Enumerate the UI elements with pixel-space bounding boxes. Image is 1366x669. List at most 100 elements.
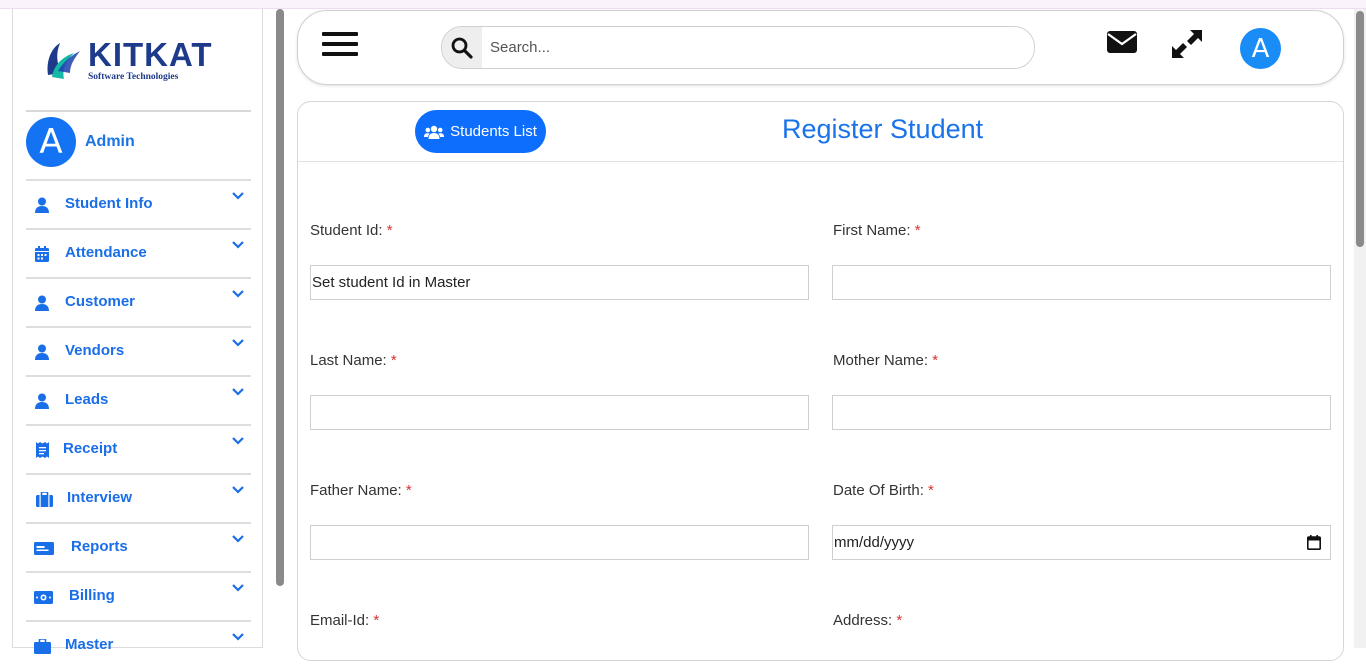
- sidebar-item-reports[interactable]: Reports: [26, 522, 251, 571]
- hamburger-menu-icon[interactable]: [322, 32, 358, 58]
- date-of-birth-field[interactable]: mm/dd/yyyy: [832, 525, 1331, 560]
- user-profile[interactable]: A Admin: [26, 117, 135, 167]
- chevron-down-icon[interactable]: [231, 238, 245, 252]
- address-label: Address: *: [833, 612, 902, 629]
- brand-logo[interactable]: KITKAT Software Technologies: [26, 9, 251, 109]
- label-text: Student Id:: [310, 222, 383, 239]
- label-text: Date Of Birth:: [833, 482, 924, 499]
- sidebar-item-label: Leads: [65, 391, 109, 408]
- students-list-label: Students List: [450, 123, 537, 140]
- sidebar: KITKAT Software Technologies A Admin Stu…: [12, 9, 263, 654]
- avatar[interactable]: A: [1240, 28, 1281, 69]
- sidebar-menu: Student Info Attendance Customer Vendors…: [26, 179, 251, 669]
- chevron-down-icon[interactable]: [231, 385, 245, 399]
- search-bar: [441, 26, 1035, 69]
- dob-label: Date Of Birth: *: [833, 482, 934, 499]
- sidebar-item-label: Interview: [67, 489, 133, 506]
- card-header: Students List Register Student: [298, 102, 1343, 162]
- required-mark: *: [405, 482, 412, 499]
- sidebar-scrollbar[interactable]: [275, 9, 285, 648]
- sidebar-item-customer[interactable]: Customer: [26, 277, 251, 326]
- mail-icon[interactable]: [1107, 31, 1137, 53]
- sidebar-item-label: Reports: [71, 538, 128, 555]
- label-text: Mother Name:: [833, 352, 929, 369]
- required-mark: *: [928, 482, 934, 499]
- first-name-label: First Name: *: [833, 222, 921, 239]
- student-id-label: Student Id: *: [310, 222, 393, 239]
- mother-name-label: Mother Name: *: [833, 352, 938, 369]
- sidebar-item-attendance[interactable]: Attendance: [26, 228, 251, 277]
- sidebar-item-label: Master: [65, 636, 114, 653]
- chevron-down-icon[interactable]: [231, 189, 245, 203]
- required-mark: *: [896, 612, 903, 629]
- search-icon[interactable]: [442, 27, 482, 68]
- scrollbar-thumb[interactable]: [1356, 11, 1364, 247]
- kitkat-logo-icon: KITKAT Software Technologies: [47, 36, 213, 82]
- chevron-down-icon[interactable]: [231, 336, 245, 350]
- chevron-down-icon[interactable]: [231, 581, 245, 595]
- avatar: A: [26, 117, 76, 167]
- chevron-down-icon[interactable]: [231, 287, 245, 301]
- required-mark: *: [373, 612, 380, 629]
- user-icon: [32, 391, 52, 411]
- father-name-label: Father Name: *: [310, 482, 412, 499]
- sidebar-item-receipt[interactable]: Receipt: [26, 424, 251, 473]
- sidebar-item-interview[interactable]: Interview: [26, 473, 251, 522]
- receipt-icon: [32, 440, 52, 460]
- required-mark: *: [386, 222, 393, 239]
- sidebar-item-leads[interactable]: Leads: [26, 375, 251, 424]
- required-mark: *: [914, 222, 921, 239]
- top-header: A: [297, 10, 1344, 85]
- page-title: Register Student: [782, 114, 984, 144]
- user-icon: [32, 342, 52, 362]
- label-text: First Name:: [833, 222, 911, 239]
- top-border: [0, 0, 1366, 9]
- money-icon: [33, 587, 53, 607]
- sidebar-item-label: Student Info: [65, 195, 153, 212]
- register-student-card: Students List Register Student Student I…: [297, 101, 1344, 661]
- calendar-icon[interactable]: [1307, 535, 1321, 550]
- mother-name-field[interactable]: [832, 395, 1331, 430]
- user-name: Admin: [85, 133, 135, 150]
- sidebar-item-label: Customer: [65, 293, 136, 310]
- calendar-icon: [32, 244, 52, 264]
- sidebar-item-label: Attendance: [65, 244, 147, 261]
- briefcase-icon: [32, 636, 52, 656]
- student-id-field[interactable]: Set student Id in Master: [310, 265, 809, 300]
- brand-name: KITKAT: [88, 36, 213, 73]
- email-label: Email-Id: *: [310, 612, 379, 629]
- sidebar-item-student-info[interactable]: Student Info: [26, 179, 251, 228]
- required-mark: *: [932, 352, 939, 369]
- sidebar-item-label: Vendors: [65, 342, 125, 359]
- sidebar-item-label: Receipt: [63, 440, 118, 457]
- label-text: Father Name:: [310, 482, 402, 499]
- chevron-down-icon[interactable]: [231, 483, 245, 497]
- last-name-field[interactable]: [310, 395, 809, 430]
- brand-tagline: Software Technologies: [88, 72, 179, 82]
- sidebar-item-master[interactable]: Master: [26, 620, 251, 669]
- user-icon: [32, 293, 52, 313]
- sidebar-item-billing[interactable]: Billing: [26, 571, 251, 620]
- first-name-field[interactable]: [832, 265, 1331, 300]
- fullscreen-expand-icon[interactable]: [1171, 29, 1203, 59]
- divider: [26, 110, 251, 112]
- last-name-label: Last Name: *: [310, 352, 397, 369]
- briefcase-icon: [34, 489, 54, 509]
- father-name-field[interactable]: [310, 525, 809, 560]
- page-scrollbar[interactable]: [1354, 9, 1366, 648]
- label-text: Last Name:: [310, 352, 387, 369]
- sidebar-item-label: Billing: [69, 587, 115, 604]
- chevron-down-icon[interactable]: [231, 434, 245, 448]
- sidebar-item-vendors[interactable]: Vendors: [26, 326, 251, 375]
- dob-value: mm/dd/yyyy: [834, 534, 915, 551]
- label-text: Email-Id:: [310, 612, 370, 629]
- users-icon: [424, 125, 445, 139]
- required-mark: *: [390, 352, 397, 369]
- student-id-value: Set student Id in Master: [312, 274, 471, 291]
- chevron-down-icon[interactable]: [231, 532, 245, 546]
- user-icon: [32, 195, 52, 215]
- chevron-down-icon[interactable]: [231, 630, 245, 644]
- search-input[interactable]: [482, 27, 1034, 68]
- scrollbar-thumb[interactable]: [276, 9, 284, 586]
- students-list-button[interactable]: Students List: [415, 110, 546, 153]
